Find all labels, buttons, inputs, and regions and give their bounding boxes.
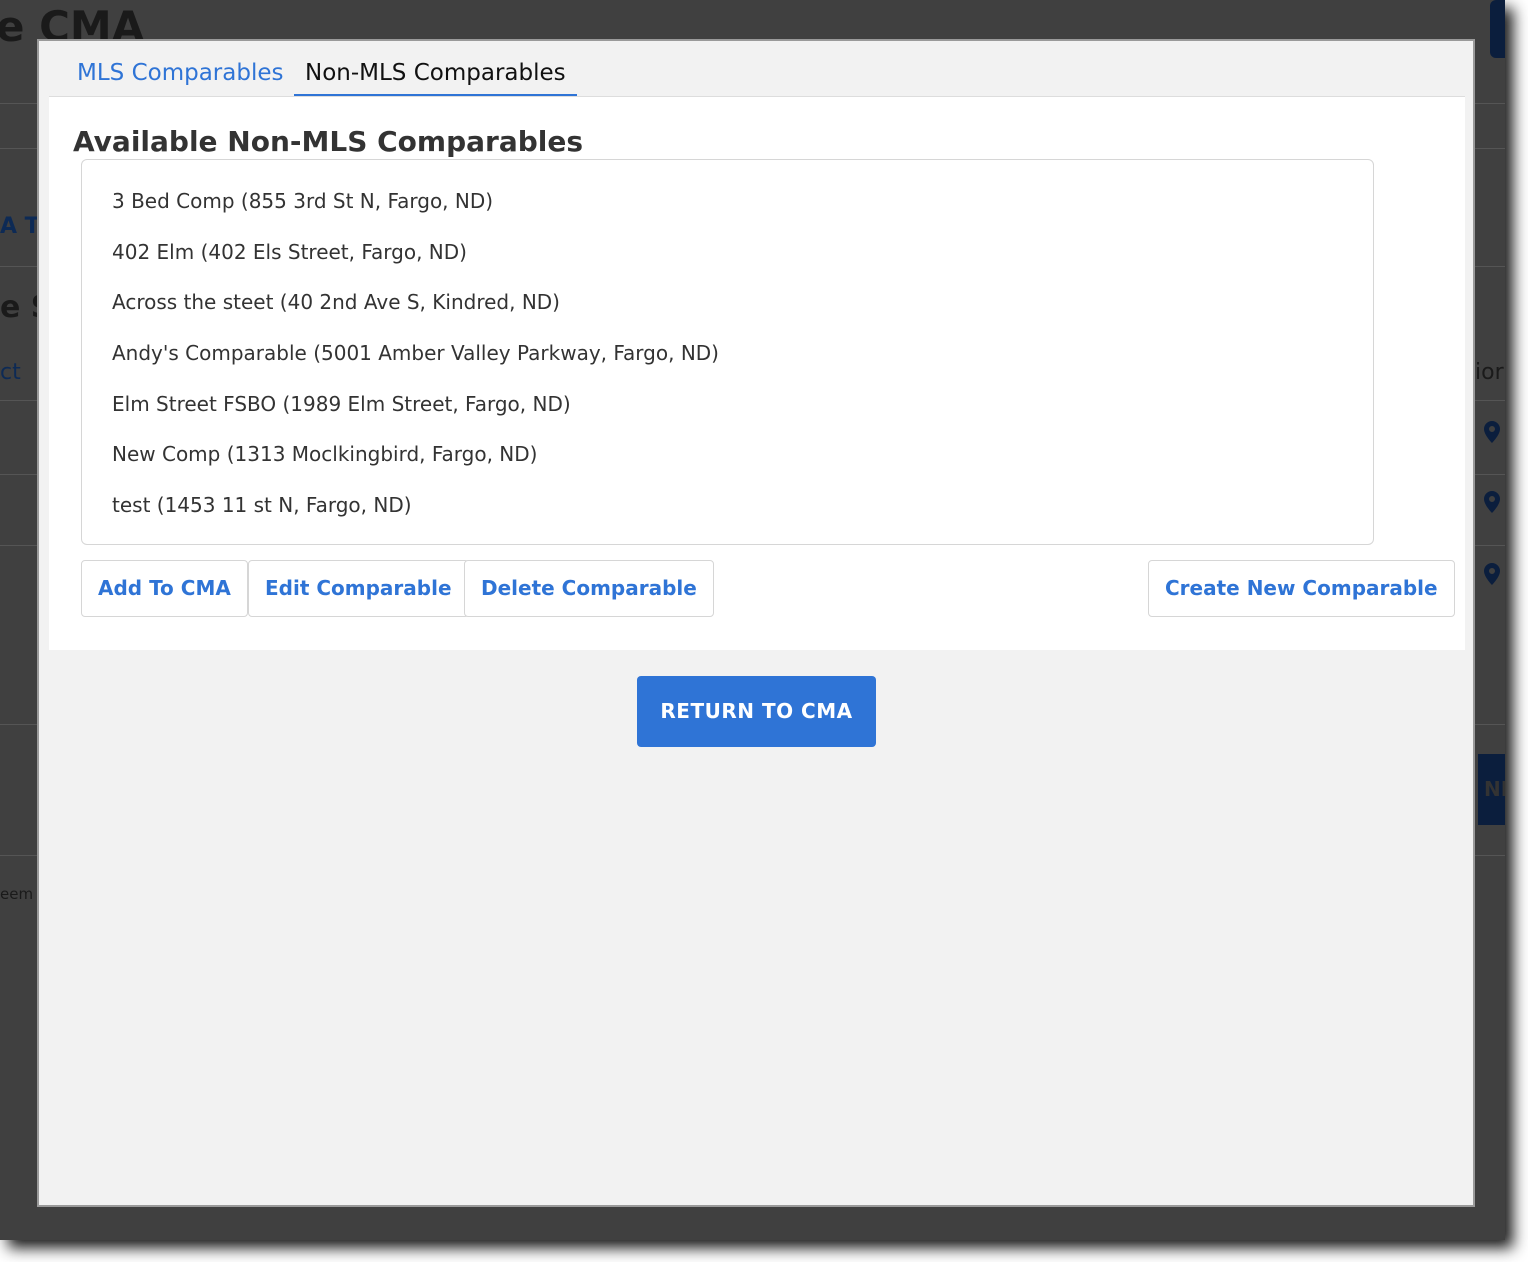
return-to-cma-button[interactable]: RETURN TO CMA	[637, 676, 876, 747]
tab-mls-comparables[interactable]: MLS Comparables	[66, 57, 294, 97]
list-item[interactable]: Andy's Comparable (5001 Amber Valley Par…	[82, 336, 1373, 387]
background-button: NI	[1478, 754, 1505, 825]
tab-non-mls-comparables[interactable]: Non-MLS Comparables	[294, 57, 577, 97]
comparables-list[interactable]: 3 Bed Comp (855 3rd St N, Fargo, ND) 402…	[81, 159, 1374, 545]
list-item[interactable]: New Comp (1313 Moclkingbird, Fargo, ND)	[82, 437, 1373, 488]
background-button	[1490, 0, 1505, 58]
create-new-comparable-button[interactable]: Create New Comparable	[1148, 560, 1455, 617]
list-item[interactable]: 402 Elm (402 Els Street, Fargo, ND)	[82, 235, 1373, 286]
background-text: ct	[0, 360, 21, 385]
list-item[interactable]: Elm Street FSBO (1989 Elm Street, Fargo,…	[82, 387, 1373, 438]
map-pin-icon	[1484, 421, 1500, 443]
delete-comparable-button[interactable]: Delete Comparable	[464, 560, 714, 617]
background-text: A T	[0, 214, 40, 239]
background-text: eem	[0, 885, 34, 903]
list-item[interactable]: Across the steet (40 2nd Ave S, Kindred,…	[82, 285, 1373, 336]
background-text: ior	[1475, 360, 1504, 385]
comparables-modal: MLS Comparables Non-MLS Comparables Avai…	[37, 39, 1475, 1207]
list-item[interactable]: 3 Bed Comp (855 3rd St N, Fargo, ND)	[82, 184, 1373, 235]
non-mls-panel: Available Non-MLS Comparables 3 Bed Comp…	[49, 96, 1465, 650]
map-pin-icon	[1484, 563, 1500, 585]
list-item[interactable]: test (1453 11 st N, Fargo, ND)	[82, 488, 1373, 539]
map-pin-icon	[1484, 491, 1500, 513]
panel-title: Available Non-MLS Comparables	[73, 125, 584, 158]
page-overlay: e CMA A T e S ct eem ior NI MLS Comparab…	[0, 0, 1505, 1240]
edit-comparable-button[interactable]: Edit Comparable	[248, 560, 469, 617]
add-to-cma-button[interactable]: Add To CMA	[81, 560, 248, 617]
